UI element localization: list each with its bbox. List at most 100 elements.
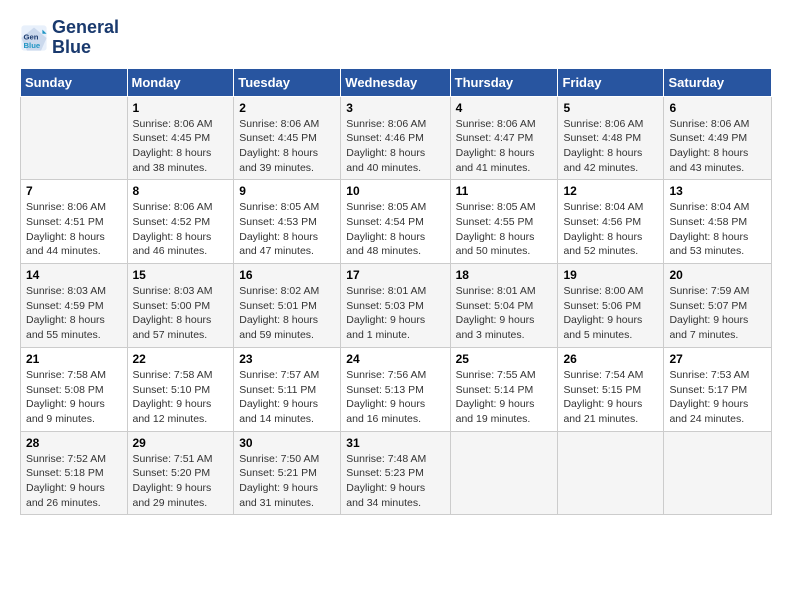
day-number: 11 <box>456 184 553 198</box>
day-detail: Sunrise: 7:57 AM Sunset: 5:11 PM Dayligh… <box>239 368 335 427</box>
weekday-header-saturday: Saturday <box>664 68 772 96</box>
day-number: 12 <box>563 184 658 198</box>
day-number: 18 <box>456 268 553 282</box>
day-detail: Sunrise: 8:06 AM Sunset: 4:48 PM Dayligh… <box>563 117 658 176</box>
calendar-cell: 31Sunrise: 7:48 AM Sunset: 5:23 PM Dayli… <box>341 431 450 515</box>
svg-text:Gen: Gen <box>24 32 39 41</box>
calendar-cell: 29 Sunrise: 7:51 AM Sunset: 5:20 PM Dayli… <box>127 431 234 515</box>
calendar-week-1: 1 Sunrise: 8:06 AM Sunset: 4:45 PM Daylig… <box>21 96 772 180</box>
calendar-cell: 1 Sunrise: 8:06 AM Sunset: 4:45 PM Daylig… <box>127 96 234 180</box>
day-detail: Sunrise: 7:52 AM Sunset: 5:18 PM Dayligh… <box>26 452 122 511</box>
day-detail: Sunrise: 8:05 AM Sunset: 4:54 PM Dayligh… <box>346 200 444 259</box>
calendar-cell: 24 Sunrise: 7:56 AM Sunset: 5:13 PM Dayli… <box>341 347 450 431</box>
calendar-cell: 20 Sunrise: 7:59 AM Sunset: 5:07 PM Dayli… <box>664 264 772 348</box>
calendar-cell: 17 Sunrise: 8:01 AM Sunset: 5:03 PM Dayli… <box>341 264 450 348</box>
weekday-header-thursday: Thursday <box>450 68 558 96</box>
day-detail: Sunrise: 8:05 AM Sunset: 4:53 PM Dayligh… <box>239 200 335 259</box>
weekday-header-wednesday: Wednesday <box>341 68 450 96</box>
calendar-cell: 19 Sunrise: 8:00 AM Sunset: 5:06 PM Dayli… <box>558 264 664 348</box>
day-number: 23 <box>239 352 335 366</box>
day-number: 24 <box>346 352 444 366</box>
day-number: 19 <box>563 268 658 282</box>
day-number: 30 <box>239 436 335 450</box>
day-number: 5 <box>563 101 658 115</box>
day-detail: Sunrise: 7:58 AM Sunset: 5:10 PM Dayligh… <box>133 368 229 427</box>
day-detail: Sunrise: 8:06 AM Sunset: 4:45 PM Dayligh… <box>133 117 229 176</box>
day-number: 15 <box>133 268 229 282</box>
calendar-cell: 30 Sunrise: 7:50 AM Sunset: 5:21 PM Dayli… <box>234 431 341 515</box>
day-number: 16 <box>239 268 335 282</box>
day-detail: Sunrise: 8:06 AM Sunset: 4:51 PM Dayligh… <box>26 200 122 259</box>
calendar-cell: 26Sunrise: 7:54 AM Sunset: 5:15 PM Dayli… <box>558 347 664 431</box>
calendar-cell: 12 Sunrise: 8:04 AM Sunset: 4:56 PM Dayli… <box>558 180 664 264</box>
calendar-cell <box>664 431 772 515</box>
calendar-cell <box>21 96 128 180</box>
day-number: 10 <box>346 184 444 198</box>
day-detail: Sunrise: 7:50 AM Sunset: 5:21 PM Dayligh… <box>239 452 335 511</box>
day-number: 4 <box>456 101 553 115</box>
calendar-cell: 2Sunrise: 8:06 AM Sunset: 4:45 PM Daylig… <box>234 96 341 180</box>
day-detail: Sunrise: 7:53 AM Sunset: 5:17 PM Dayligh… <box>669 368 766 427</box>
weekday-header-monday: Monday <box>127 68 234 96</box>
day-number: 29 <box>133 436 229 450</box>
day-detail: Sunrise: 7:58 AM Sunset: 5:08 PM Dayligh… <box>26 368 122 427</box>
day-detail: Sunrise: 8:02 AM Sunset: 5:01 PM Dayligh… <box>239 284 335 343</box>
calendar-cell: 6 Sunrise: 8:06 AM Sunset: 4:49 PM Daylig… <box>664 96 772 180</box>
calendar-cell <box>558 431 664 515</box>
day-number: 27 <box>669 352 766 366</box>
weekday-header-friday: Friday <box>558 68 664 96</box>
day-detail: Sunrise: 7:55 AM Sunset: 5:14 PM Dayligh… <box>456 368 553 427</box>
day-detail: Sunrise: 8:04 AM Sunset: 4:56 PM Dayligh… <box>563 200 658 259</box>
day-detail: Sunrise: 8:00 AM Sunset: 5:06 PM Dayligh… <box>563 284 658 343</box>
calendar-table: SundayMondayTuesdayWednesdayThursdayFrid… <box>20 68 772 516</box>
calendar-cell: 25 Sunrise: 7:55 AM Sunset: 5:14 PM Dayli… <box>450 347 558 431</box>
day-detail: Sunrise: 8:06 AM Sunset: 4:52 PM Dayligh… <box>133 200 229 259</box>
day-detail: Sunrise: 7:54 AM Sunset: 5:15 PM Dayligh… <box>563 368 658 427</box>
weekday-header-tuesday: Tuesday <box>234 68 341 96</box>
weekday-header-sunday: Sunday <box>21 68 128 96</box>
day-detail: Sunrise: 8:03 AM Sunset: 5:00 PM Dayligh… <box>133 284 229 343</box>
calendar-cell: 10 Sunrise: 8:05 AM Sunset: 4:54 PM Dayli… <box>341 180 450 264</box>
day-detail: Sunrise: 8:01 AM Sunset: 5:04 PM Dayligh… <box>456 284 553 343</box>
calendar-cell: 8 Sunrise: 8:06 AM Sunset: 4:52 PM Daylig… <box>127 180 234 264</box>
weekday-header-row: SundayMondayTuesdayWednesdayThursdayFrid… <box>21 68 772 96</box>
day-number: 21 <box>26 352 122 366</box>
day-detail: Sunrise: 7:59 AM Sunset: 5:07 PM Dayligh… <box>669 284 766 343</box>
day-number: 2 <box>239 101 335 115</box>
day-number: 22 <box>133 352 229 366</box>
day-detail: Sunrise: 8:04 AM Sunset: 4:58 PM Dayligh… <box>669 200 766 259</box>
calendar-cell: 15 Sunrise: 8:03 AM Sunset: 5:00 PM Dayli… <box>127 264 234 348</box>
day-detail: Sunrise: 7:51 AM Sunset: 5:20 PM Dayligh… <box>133 452 229 511</box>
calendar-cell: 7 Sunrise: 8:06 AM Sunset: 4:51 PM Daylig… <box>21 180 128 264</box>
day-number: 20 <box>669 268 766 282</box>
day-number: 14 <box>26 268 122 282</box>
day-detail: Sunrise: 8:06 AM Sunset: 4:46 PM Dayligh… <box>346 117 444 176</box>
logo-icon: Gen Blue <box>20 24 48 52</box>
calendar-cell: 16 Sunrise: 8:02 AM Sunset: 5:01 PM Dayli… <box>234 264 341 348</box>
day-number: 28 <box>26 436 122 450</box>
calendar-week-2: 7 Sunrise: 8:06 AM Sunset: 4:51 PM Daylig… <box>21 180 772 264</box>
day-detail: Sunrise: 7:56 AM Sunset: 5:13 PM Dayligh… <box>346 368 444 427</box>
calendar-cell: 28 Sunrise: 7:52 AM Sunset: 5:18 PM Dayli… <box>21 431 128 515</box>
day-detail: Sunrise: 8:03 AM Sunset: 4:59 PM Dayligh… <box>26 284 122 343</box>
day-number: 17 <box>346 268 444 282</box>
calendar-cell: 21 Sunrise: 7:58 AM Sunset: 5:08 PM Dayli… <box>21 347 128 431</box>
day-number: 7 <box>26 184 122 198</box>
day-number: 13 <box>669 184 766 198</box>
day-number: 8 <box>133 184 229 198</box>
logo-text: General Blue <box>52 18 119 58</box>
calendar-cell: 22 Sunrise: 7:58 AM Sunset: 5:10 PM Dayli… <box>127 347 234 431</box>
day-number: 6 <box>669 101 766 115</box>
calendar-cell: 14 Sunrise: 8:03 AM Sunset: 4:59 PM Dayli… <box>21 264 128 348</box>
day-number: 9 <box>239 184 335 198</box>
day-number: 3 <box>346 101 444 115</box>
day-detail: Sunrise: 7:48 AM Sunset: 5:23 PM Dayligh… <box>346 452 444 511</box>
calendar-cell: 27 Sunrise: 7:53 AM Sunset: 5:17 PM Dayli… <box>664 347 772 431</box>
day-detail: Sunrise: 8:06 AM Sunset: 4:49 PM Dayligh… <box>669 117 766 176</box>
day-detail: Sunrise: 8:01 AM Sunset: 5:03 PM Dayligh… <box>346 284 444 343</box>
calendar-cell: 4Sunrise: 8:06 AM Sunset: 4:47 PM Daylig… <box>450 96 558 180</box>
day-number: 25 <box>456 352 553 366</box>
calendar-cell: 5 Sunrise: 8:06 AM Sunset: 4:48 PM Daylig… <box>558 96 664 180</box>
calendar-week-3: 14 Sunrise: 8:03 AM Sunset: 4:59 PM Dayli… <box>21 264 772 348</box>
day-number: 1 <box>133 101 229 115</box>
